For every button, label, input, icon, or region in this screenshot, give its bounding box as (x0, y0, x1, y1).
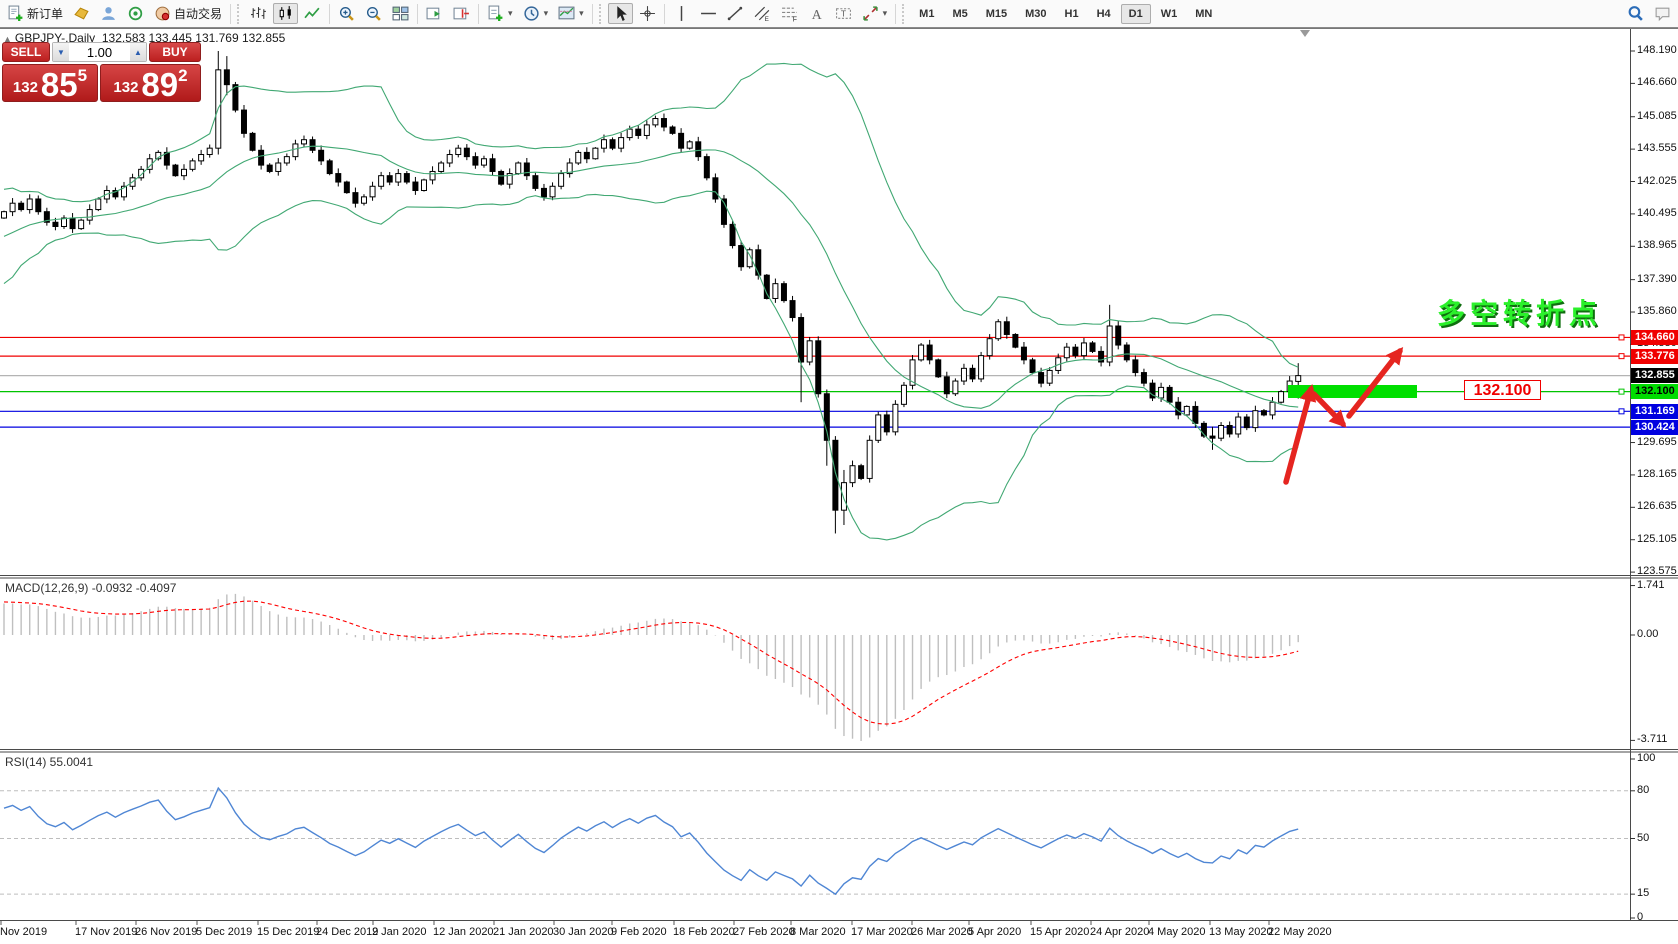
bollinger-upper-band (4, 63, 1298, 367)
volume-decrease-button[interactable]: ▼ (53, 43, 69, 61)
price-tick-label: 145.085 (1637, 110, 1677, 122)
sell-price-main: 85 (41, 69, 78, 100)
price-tick-label: 135.860 (1637, 305, 1677, 317)
date-tick-label: 15 Dec 2019 (257, 926, 319, 938)
rsi-tick-label: 0 (1637, 911, 1643, 923)
macd-signal-line (4, 601, 1298, 724)
rsi-tick-label: 15 (1637, 887, 1649, 899)
date-tick-label: 12 Jan 2020 (433, 926, 494, 938)
price-tick-label: 142.025 (1637, 175, 1677, 187)
date-tick-label: 5 Apr 2020 (968, 926, 1021, 938)
macd-indicator-label: MACD(12,26,9) -0.0932 -0.4097 (5, 581, 176, 595)
price-level-box[interactable]: 132.100 (1464, 380, 1541, 400)
date-tick-label: Nov 2019 (0, 926, 47, 938)
macd-tick-label: -3.711 (1637, 733, 1667, 745)
macd-plot (4, 594, 1298, 741)
price-tick-label: 148.190 (1637, 44, 1677, 56)
date-tick-label: 22 May 2020 (1268, 926, 1332, 938)
trend-arrow[interactable] (1286, 389, 1311, 482)
buy-price-prefix: 132 (113, 79, 138, 100)
date-tick-label: 26 Nov 2019 (135, 926, 197, 938)
rsi-tick-label: 80 (1637, 784, 1649, 796)
rsi-plot (0, 788, 1630, 894)
price-level-label: 133.776 (1631, 349, 1678, 364)
price-level-label: 132.855 (1631, 368, 1678, 383)
macd-tick-label: 1.741 (1637, 579, 1665, 591)
buy-price-main: 89 (141, 69, 178, 100)
price-tick-label: 129.695 (1637, 436, 1677, 448)
date-tick-label: 15 Apr 2020 (1030, 926, 1089, 938)
date-tick-label: 21 Jan 2020 (493, 926, 554, 938)
turning-point-annotation[interactable]: 多空转折点 (1437, 292, 1602, 332)
price-tick-label: 143.555 (1637, 142, 1677, 154)
price-tick-label: 146.660 (1637, 76, 1677, 88)
rsi-tick-label: 50 (1637, 832, 1649, 844)
date-tick-label: 17 Nov 2019 (75, 926, 137, 938)
price-tick-label: 123.575 (1637, 565, 1677, 577)
sell-button[interactable]: SELL (2, 42, 50, 62)
chart-canvas[interactable] (0, 0, 1678, 944)
price-level-label: 132.100 (1631, 384, 1678, 399)
application-window: { "toolbar": { "items": [ {"icon":"new-o… (0, 0, 1678, 944)
date-tick-label: 26 Mar 2020 (911, 926, 973, 938)
sell-price-button[interactable]: 132 85 5 (2, 64, 98, 102)
trend-arrow[interactable] (1314, 394, 1343, 424)
price-level-label: 131.169 (1631, 404, 1678, 419)
price-tick-label: 140.495 (1637, 207, 1677, 219)
date-tick-label: 24 Apr 2020 (1090, 926, 1149, 938)
rsi-indicator-label: RSI(14) 55.0041 (5, 755, 93, 769)
rsi-line (4, 788, 1298, 894)
date-tick-label: 13 May 2020 (1209, 926, 1273, 938)
sell-price-prefix: 132 (13, 79, 38, 100)
buy-price-pip: 2 (178, 66, 187, 86)
main-plot (0, 51, 1630, 540)
date-tick-label: 17 Mar 2020 (851, 926, 913, 938)
volume-input[interactable] (69, 43, 130, 61)
price-tick-label: 137.390 (1637, 273, 1677, 285)
volume-stepper: ▼ ▲ (52, 42, 147, 62)
date-tick-label: 30 Jan 2020 (553, 926, 614, 938)
date-tick-label: 4 May 2020 (1148, 926, 1205, 938)
buy-price-button[interactable]: 132 89 2 (100, 64, 201, 102)
price-tick-label: 125.105 (1637, 533, 1677, 545)
price-level-label: 130.424 (1631, 420, 1678, 435)
date-tick-label: 8 Mar 2020 (790, 926, 846, 938)
bollinger-lower-band (4, 191, 1298, 540)
chart-shift-marker-icon[interactable] (1300, 30, 1310, 37)
buy-button[interactable]: BUY (149, 42, 201, 62)
date-tick-label: 18 Feb 2020 (673, 926, 735, 938)
macd-tick-label: 0.00 (1637, 628, 1658, 640)
price-tick-label: 138.965 (1637, 239, 1677, 251)
date-tick-label: 27 Feb 2020 (733, 926, 795, 938)
date-tick-label: 9 Feb 2020 (611, 926, 667, 938)
rsi-tick-label: 100 (1637, 752, 1655, 764)
price-level-label: 134.660 (1631, 330, 1678, 345)
volume-increase-button[interactable]: ▲ (130, 43, 146, 61)
one-click-trading-panel: SELL ▼ ▲ BUY 132 85 5 132 89 2 (2, 42, 201, 102)
price-tick-label: 128.165 (1637, 468, 1677, 480)
bollinger-middle-band (4, 146, 1298, 408)
date-tick-label: 24 Dec 2019 (316, 926, 378, 938)
price-tick-label: 126.635 (1637, 500, 1677, 512)
date-tick-label: 5 Dec 2019 (196, 926, 252, 938)
trend-arrow[interactable] (1349, 351, 1400, 416)
sell-price-pip: 5 (78, 66, 87, 86)
date-tick-label: 2 Jan 2020 (372, 926, 426, 938)
